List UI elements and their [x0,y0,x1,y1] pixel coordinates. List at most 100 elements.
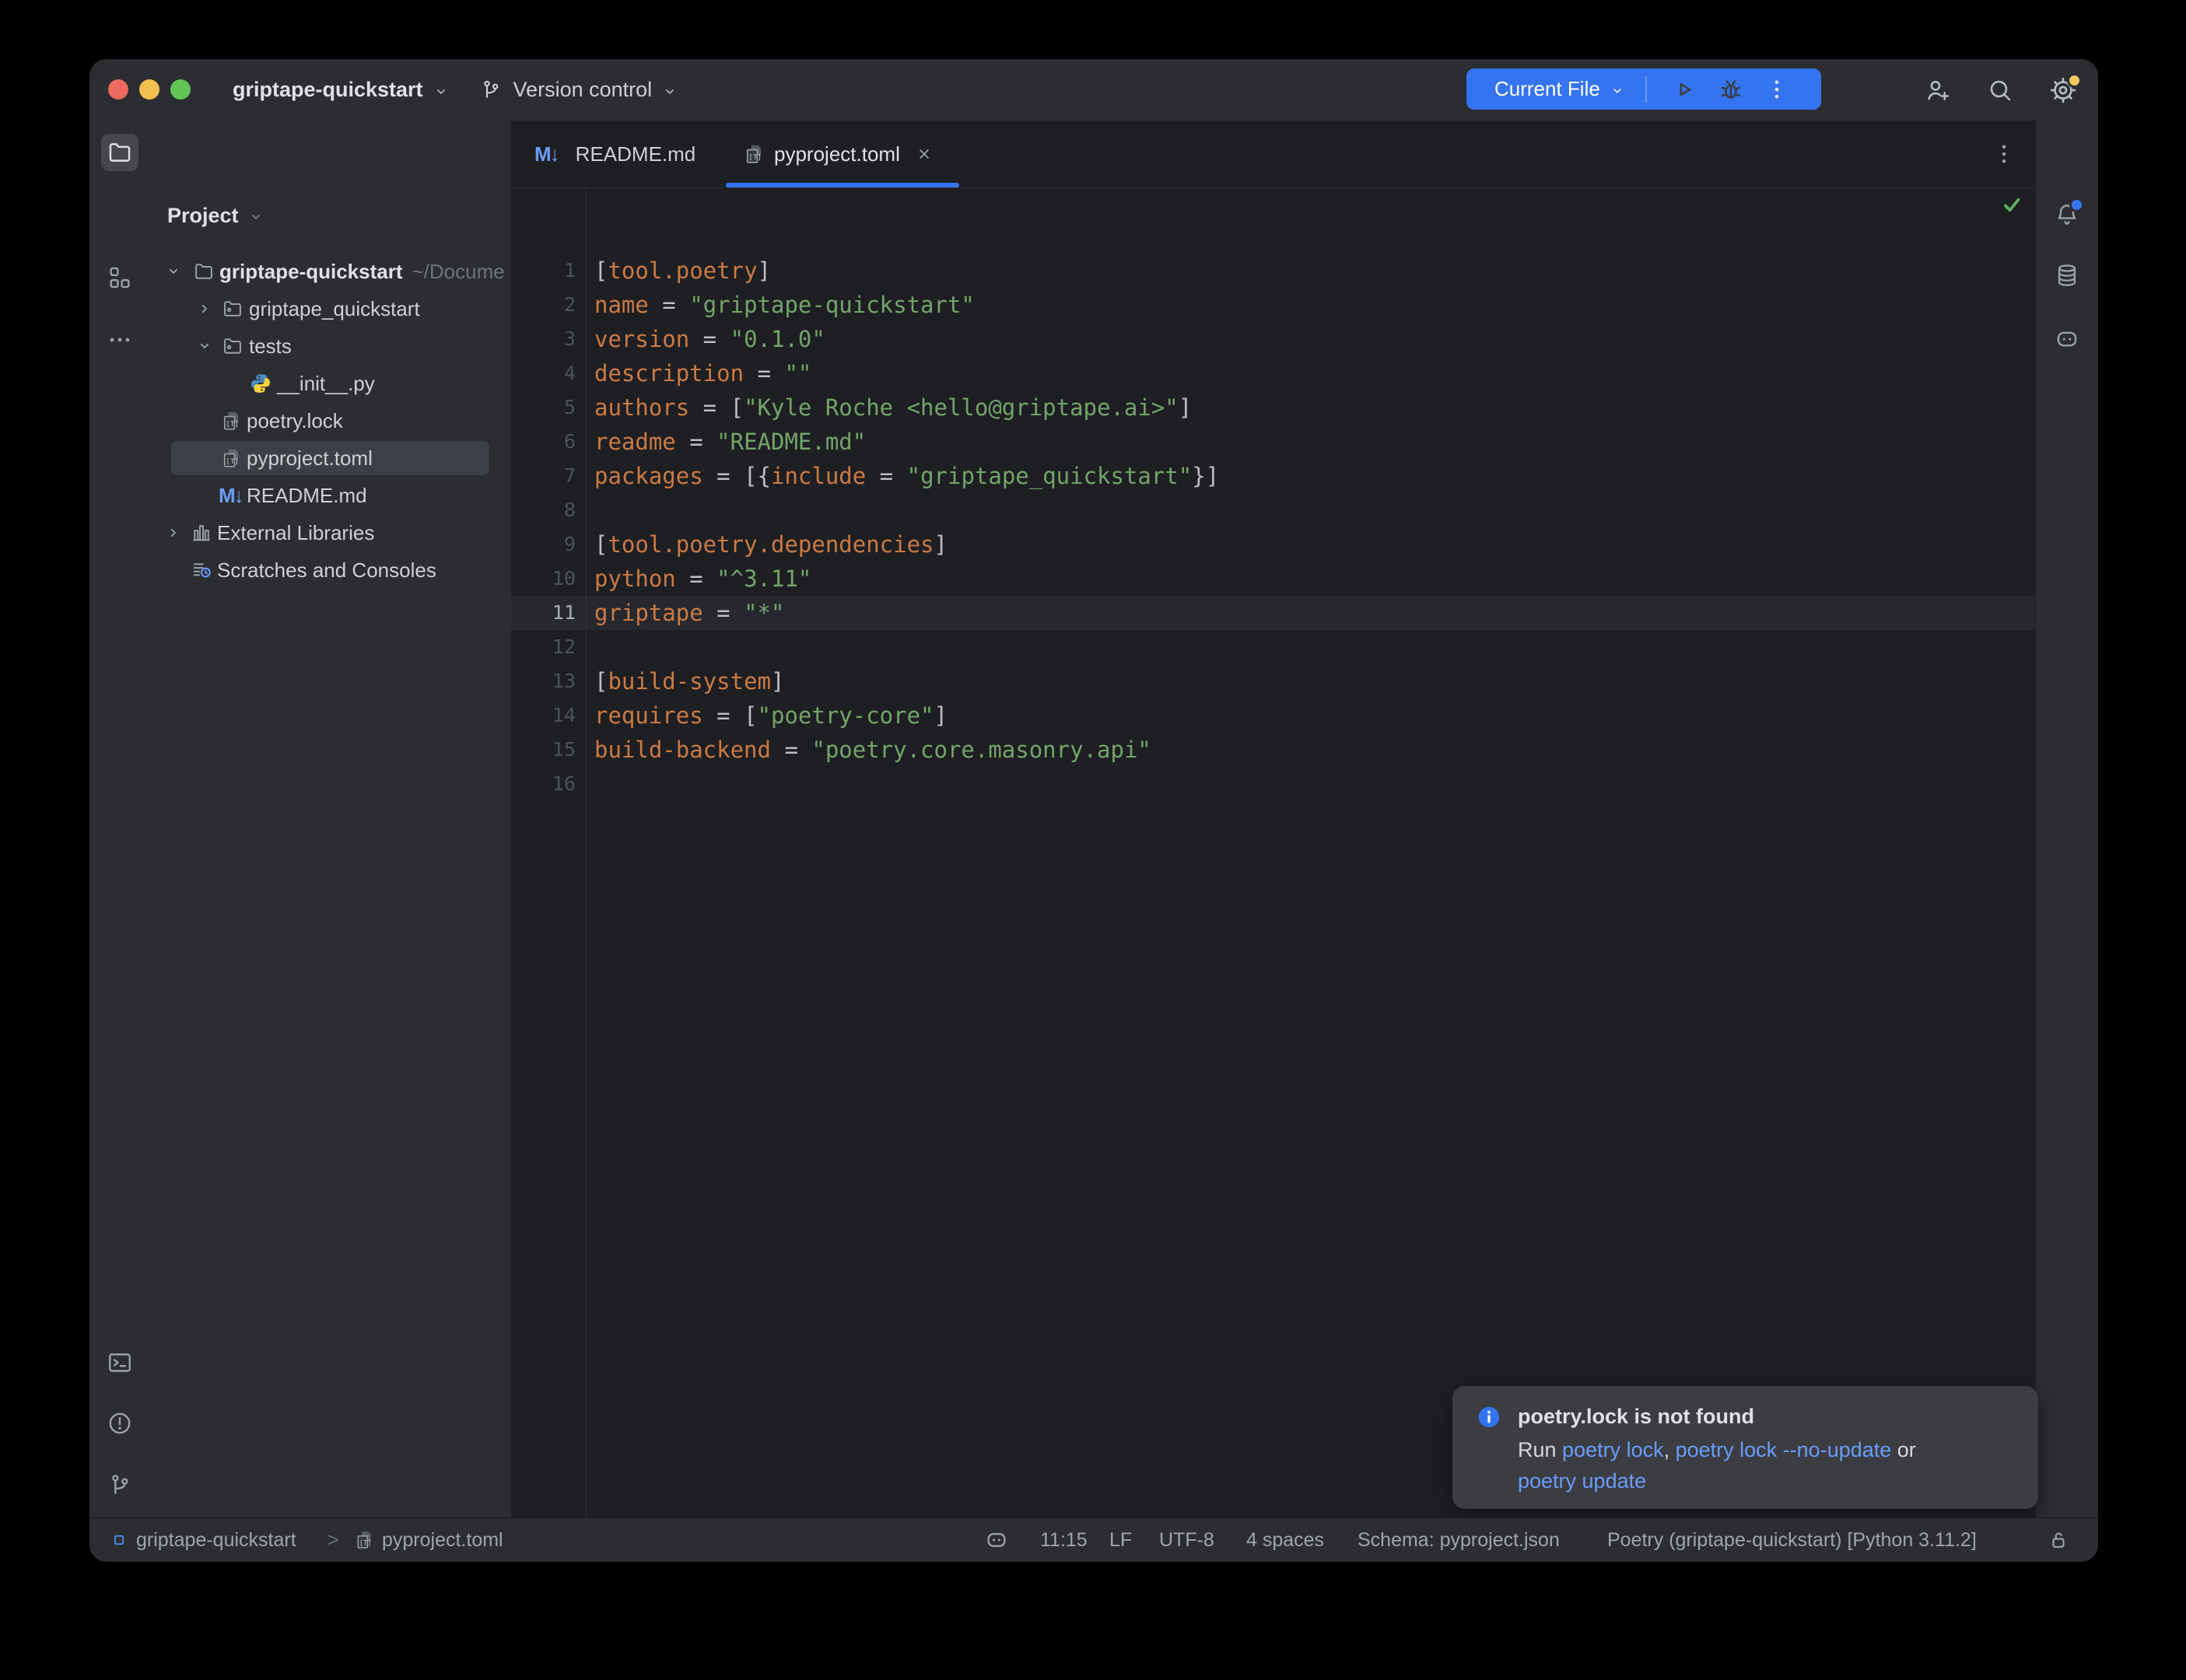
structure-icon [107,264,133,291]
chevron-down-icon [163,261,184,282]
line-number[interactable]: 1 [511,254,576,288]
notification-link[interactable]: poetry update [1518,1469,1646,1493]
tree-item-readme-md[interactable]: M↓README.md [150,477,511,514]
folder-icon [193,261,215,282]
status-item-4-spaces[interactable]: 4 spaces [1246,1518,1324,1562]
info-icon [1476,1404,1502,1430]
stripe-button-project-folder[interactable] [101,134,138,171]
code-line-8: 8 [511,493,2036,527]
line-number[interactable]: 9 [511,527,576,562]
copilot-status-icon[interactable] [984,1518,1009,1562]
tree-item-poetry-lock[interactable]: [T]poetry.lock [150,402,511,439]
notification-badge [2069,198,2084,212]
divider [1645,76,1647,103]
scratch-icon [191,559,212,581]
breadcrumb-separator: > [328,1518,339,1562]
settings-button[interactable] [2048,75,2078,105]
chevron-down-icon [660,82,680,102]
run-config-selector[interactable]: Current File [1494,77,1600,101]
more-run-options-button[interactable] [1764,76,1790,103]
tree-item-label: __init__.py [277,372,375,396]
run-button[interactable] [1670,75,1698,103]
tree-item-pyproject-toml[interactable]: [T]pyproject.toml [150,439,511,477]
stripe-button-ai-assistant[interactable] [2048,320,2086,358]
breadcrumb-file[interactable]: pyproject.toml [382,1518,503,1562]
status-item-poetry-griptape-quickstart-python-3-11-2-[interactable]: Poetry (griptape-quickstart) [Python 3.1… [1607,1518,1977,1562]
inspections-ok-icon [2000,193,2023,216]
close-window-button[interactable] [108,79,128,100]
run-configuration-pill[interactable]: Current File [1466,68,1821,110]
tree-item-scratches-and-consoles[interactable]: Scratches and Consoles [150,551,511,589]
project-view-selector[interactable]: Project [167,204,239,228]
notification-link[interactable]: poetry lock [1562,1438,1664,1461]
stripe-button-notifications[interactable] [2048,196,2086,233]
line-number[interactable]: 2 [511,288,576,322]
stripe-button-problems[interactable] [101,1405,138,1442]
breadcrumb-project[interactable]: griptape-quickstart [136,1518,296,1562]
stripe-button-terminal[interactable] [101,1344,138,1381]
module-icon [109,1518,129,1562]
add-user-button[interactable] [1924,76,1952,104]
status-item-utf-8[interactable]: UTF-8 [1159,1518,1214,1562]
line-number[interactable]: 8 [511,493,576,527]
folder-module-icon [222,335,243,357]
debug-button[interactable] [1717,75,1745,103]
line-number[interactable]: 5 [511,390,576,425]
zoom-window-button[interactable] [170,79,191,100]
database-icon [2054,262,2080,289]
code-line-16: 16 [511,767,2036,801]
markdown-icon: M↓ [534,142,559,166]
line-number[interactable]: 7 [511,459,576,493]
line-number[interactable]: 3 [511,322,576,356]
line-number[interactable]: 14 [511,698,576,733]
status-item-11[interactable]: 11:15 [1040,1518,1088,1562]
chevron-down-icon [194,336,215,356]
stripe-button-database[interactable] [2048,257,2086,294]
line-number[interactable]: 11 [511,596,576,630]
status-item-schema[interactable]: Schema: pyproject.json [1357,1518,1560,1562]
tree-item--init-py[interactable]: __init__.py [150,365,511,402]
editor-tab-readme-md[interactable]: M↓README.md [519,121,698,187]
stripe-button-more-tools[interactable] [101,321,138,359]
branch-icon [479,79,503,102]
tree-item-griptape-quickstart[interactable]: griptape-quickstart~/Docume [150,253,511,290]
svg-text:[T]: [T] [226,420,239,429]
title-bar: griptape-quickstart Version control Curr… [89,59,2098,121]
status-item-lf[interactable]: LF [1109,1518,1132,1562]
project-widget[interactable]: griptape-quickstart [233,78,423,102]
code-line-1: 1[tool.poetry] [511,254,2036,288]
code-editor[interactable]: 1[tool.poetry]2name = "griptape-quicksta… [511,187,2036,1518]
editor-area: M↓README.md [T]pyproject.toml 1[tool.poet… [511,121,2036,1518]
lock-open-icon [2047,1528,2070,1552]
vcs-widget[interactable]: Version control [513,78,653,102]
line-number[interactable]: 13 [511,664,576,698]
notification-text: , [1664,1438,1676,1461]
stripe-button-version-control[interactable] [101,1467,138,1504]
more-tools-icon [107,327,133,353]
run-icon [1670,75,1698,103]
inspections-ok-icon[interactable] [2000,193,2023,216]
ai-assistant-icon [2054,326,2080,352]
notification-link[interactable]: poetry lock --no-update [1676,1438,1892,1461]
search-everywhere-button[interactable] [1986,76,2014,104]
line-number[interactable]: 6 [511,425,576,459]
line-number[interactable]: 10 [511,562,576,596]
lock-open-icon[interactable] [2047,1518,2070,1562]
minimize-window-button[interactable] [139,79,159,100]
toml-file-icon: [T] [354,1529,376,1551]
library-icon [191,522,212,544]
tree-item-external-libraries[interactable]: External Libraries [150,514,511,551]
editor-tab-pyproject-toml[interactable]: [T]pyproject.toml [726,121,959,187]
tab-options-button[interactable] [1991,141,2017,167]
line-number[interactable]: 12 [511,630,576,664]
ide-window: griptape-quickstart Version control Curr… [89,59,2098,1562]
close-tab-button[interactable] [914,144,934,164]
tree-item-tests[interactable]: tests [150,327,511,365]
chevron-right-icon [163,523,184,543]
line-number[interactable]: 4 [511,356,576,390]
line-number[interactable]: 16 [511,767,576,801]
stripe-button-structure[interactable] [101,259,138,296]
tab-label: pyproject.toml [774,142,900,166]
tree-item-griptape-quickstart[interactable]: griptape_quickstart [150,290,511,327]
line-number[interactable]: 15 [511,733,576,767]
